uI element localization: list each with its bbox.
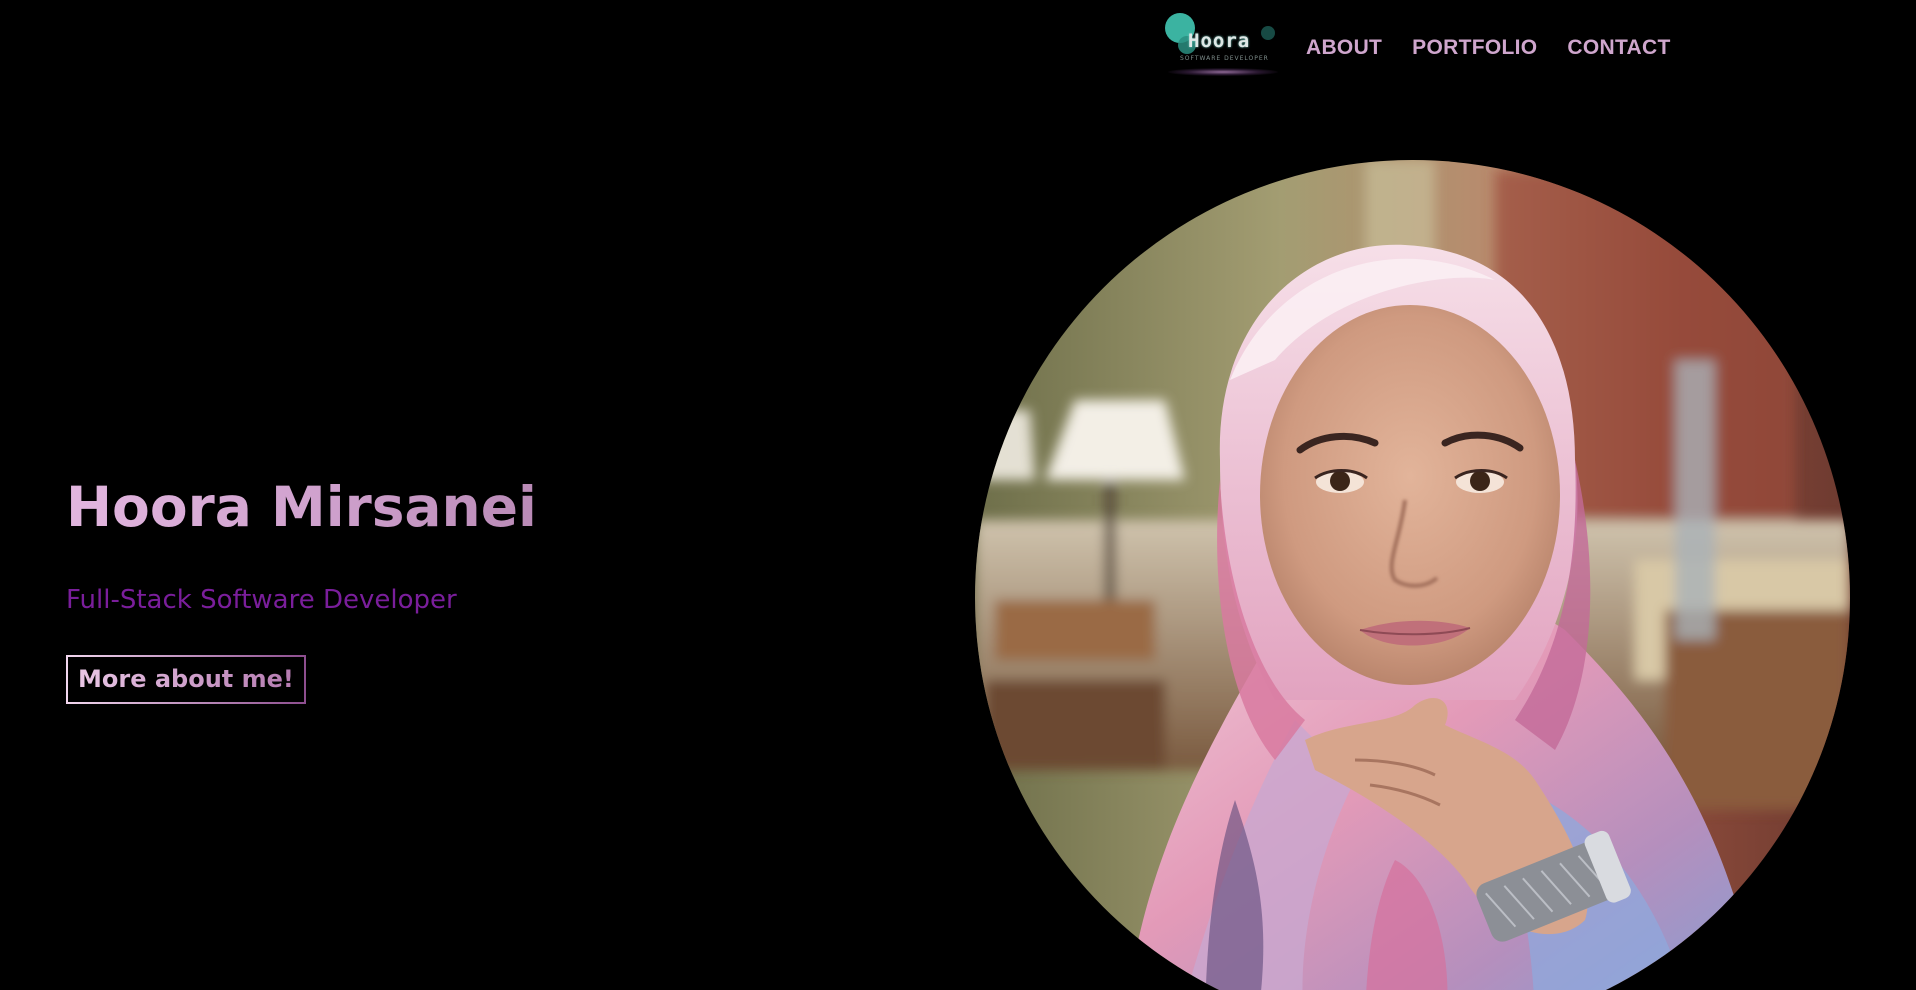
logo-glow xyxy=(1168,68,1278,76)
logo-wordmark: Hoora xyxy=(1188,30,1251,52)
logo-tagline: SOFTWARE DEVELOPER xyxy=(1180,55,1269,62)
site-logo[interactable]: Hoora SOFTWARE DEVELOPER xyxy=(1160,10,1278,78)
nav-link-about[interactable]: ABOUT xyxy=(1306,36,1382,60)
hero-role: Full-Stack Software Developer xyxy=(66,585,457,615)
more-about-me-button[interactable]: More about me! xyxy=(66,655,306,704)
logo-dot-icon xyxy=(1261,26,1275,40)
nav-link-portfolio[interactable]: PORTFOLIO xyxy=(1412,36,1537,60)
nav-link-contact[interactable]: CONTACT xyxy=(1567,36,1670,60)
main-nav: ABOUT PORTFOLIO CONTACT xyxy=(1306,36,1671,60)
profile-photo-illustration xyxy=(975,160,1850,990)
more-about-me-label: More about me! xyxy=(78,665,294,693)
profile-photo xyxy=(975,160,1850,990)
hero-name: Hoora Mirsanei xyxy=(66,472,537,542)
